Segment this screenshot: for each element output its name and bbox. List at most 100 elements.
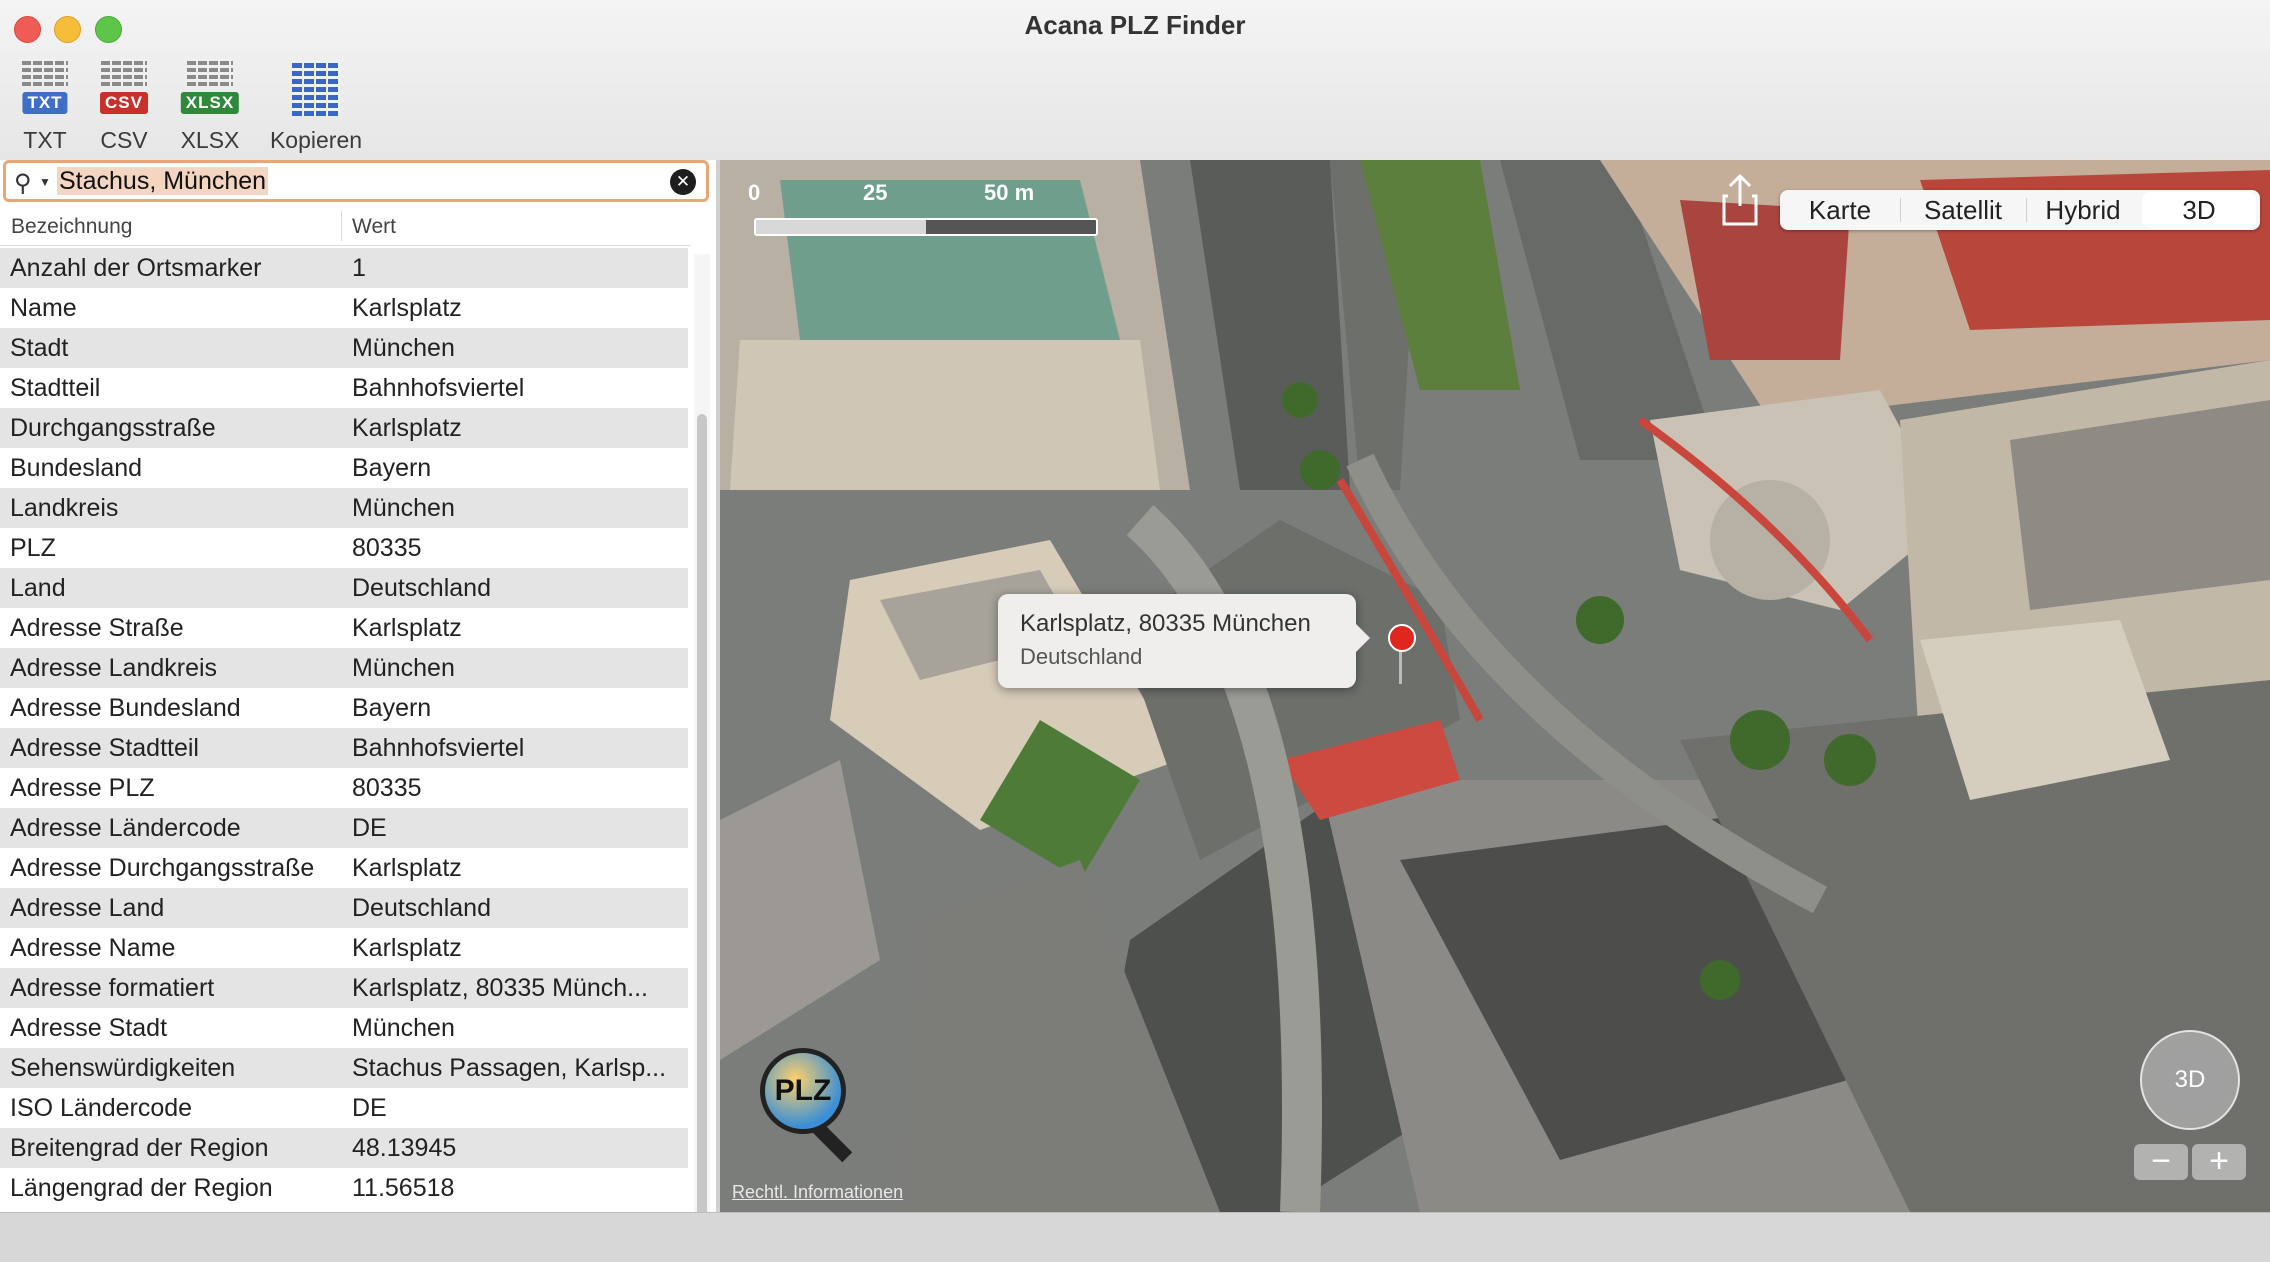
row-label: Adresse Bundesland (10, 694, 241, 722)
row-label: Sehenswürdigkeiten (10, 1054, 236, 1082)
table-row[interactable]: Adresse Stadtteil Bahnhofsviertel (0, 728, 688, 768)
search-icon[interactable]: ⚲ (14, 169, 32, 198)
table-row[interactable]: ISO Ländercode DE (0, 1088, 688, 1128)
row-label: Adresse Ländercode (10, 814, 241, 842)
row-label: Land (10, 574, 66, 602)
row-label: Adresse Land (10, 894, 165, 922)
results-table: Anzahl der Ortsmarker 1 Name Karlsplatz Stad… (0, 248, 688, 1208)
row-value: Stachus Passagen, Karlsp... (352, 1054, 667, 1082)
row-value: Karlsplatz (352, 414, 462, 442)
row-label: Stadt (10, 334, 69, 362)
map-mode-hybrid[interactable]: Hybrid (2026, 190, 2140, 230)
column-header-wert[interactable]: Wert (352, 215, 396, 239)
table-row[interactable]: Adresse Bundesland Bayern (0, 688, 688, 728)
row-value: 48.13945 (352, 1134, 457, 1162)
window-title: Acana PLZ Finder (1024, 10, 1246, 40)
row-value: Bahnhofsviertel (352, 374, 525, 402)
export-csv-button[interactable]: CSV CSV (93, 60, 155, 154)
location-callout[interactable]: Karlsplatz, 80335 München Deutschland (998, 594, 1370, 688)
table-row[interactable]: Stadtteil Bahnhofsviertel (0, 368, 688, 408)
row-value: München (352, 334, 455, 362)
row-value: DE (352, 1094, 387, 1122)
row-value: 80335 (352, 534, 422, 562)
export-txt-button[interactable]: TXT TXT (14, 60, 76, 154)
search-field[interactable]: ⚲ ▼ Stachus, München ✕ (3, 160, 709, 202)
zoom-out-button[interactable]: − (2134, 1144, 2188, 1180)
app-window: Acana PLZ Finder TXT TXT CSV CSV XLSX XL… (0, 0, 2270, 1262)
clear-search-button[interactable]: ✕ (670, 169, 696, 195)
copy-button[interactable]: Kopieren (266, 60, 366, 154)
scale-label-25: 25 (863, 180, 888, 205)
column-header-bezeichnung[interactable]: Bezeichnung (11, 215, 132, 239)
row-label: PLZ (10, 534, 56, 562)
legal-info-link[interactable]: Rechtl. Informationen (732, 1182, 903, 1203)
title-bar: Acana PLZ Finder TXT TXT CSV CSV XLSX XL… (0, 0, 2270, 161)
row-label: Bundesland (10, 454, 143, 482)
compass-control[interactable]: 3D (2140, 1030, 2240, 1130)
row-label: ISO Ländercode (10, 1094, 193, 1122)
share-icon[interactable] (1720, 172, 1760, 232)
row-value: Karlsplatz (352, 614, 462, 642)
table-row[interactable]: Bundesland Bayern (0, 448, 688, 488)
scale-bar (754, 218, 1098, 236)
scale-label-0: 0 (748, 180, 761, 205)
scrollbar-thumb[interactable] (697, 414, 707, 1254)
callout-address: Karlsplatz, 80335 München (1020, 610, 1311, 637)
chevron-down-icon[interactable]: ▼ (39, 175, 51, 189)
map-mode-karte[interactable]: Karte (1780, 190, 1900, 230)
search-input[interactable]: Stachus, München (57, 167, 269, 195)
map-mode-selector[interactable]: Karte Satellit Hybrid 3D (1780, 190, 2260, 230)
row-label: Durchgangsstraße (10, 414, 216, 442)
table-row[interactable]: Adresse Name Karlsplatz (0, 928, 688, 968)
row-label: Adresse Durchgangsstraße (10, 854, 315, 882)
results-panel: ⚲ ▼ Stachus, München ✕ Bezeichnung Wert … (0, 160, 716, 1254)
export-xlsx-button[interactable]: XLSX XLSX (176, 60, 244, 154)
table-row[interactable]: Adresse Durchgangsstraße Karlsplatz (0, 848, 688, 888)
compass-3d-label[interactable]: 3D (2158, 1048, 2222, 1112)
map-mode-satellit[interactable]: Satellit (1900, 190, 2026, 230)
table-row[interactable]: Stadt München (0, 328, 688, 368)
table-row[interactable]: Adresse Landkreis München (0, 648, 688, 688)
copy-label: Kopieren (269, 127, 363, 153)
xlsx-badge-icon: XLSX (180, 92, 240, 114)
table-row[interactable]: Adresse Ländercode DE (0, 808, 688, 848)
export-csv-label: CSV (100, 127, 148, 153)
table-row[interactable]: Adresse Land Deutschland (0, 888, 688, 928)
zoom-in-button[interactable]: + (2192, 1144, 2246, 1180)
row-value: Bayern (352, 454, 432, 482)
row-value: DE (352, 814, 387, 842)
table-row[interactable]: Landkreis München (0, 488, 688, 528)
table-row[interactable]: Sehenswürdigkeiten Stachus Passagen, Karl… (0, 1048, 688, 1088)
row-label: Adresse Stadtteil (10, 734, 199, 762)
table-row[interactable]: Adresse PLZ 80335 (0, 768, 688, 808)
table-icon (101, 60, 147, 86)
table-row[interactable]: Adresse formatiert Karlsplatz, 80335 Münc… (0, 968, 688, 1008)
row-label: Stadtteil (10, 374, 101, 402)
table-row[interactable]: Längengrad der Region 11.56518 (0, 1168, 688, 1208)
scale-labels: 0 25 50 m (748, 180, 1034, 206)
plz-logo: PLZ (760, 1048, 846, 1134)
column-divider[interactable] (341, 211, 342, 241)
status-bar (0, 1212, 2270, 1262)
table-icon (187, 60, 233, 86)
row-value: Bayern (352, 694, 432, 722)
scrollbar[interactable] (694, 254, 710, 1254)
row-value: Karlsplatz (352, 854, 462, 882)
table-row[interactable]: Name Karlsplatz (0, 288, 688, 328)
table-row[interactable]: Land Deutschland (0, 568, 688, 608)
table-row[interactable]: Durchgangsstraße Karlsplatz (0, 408, 688, 448)
table-row[interactable]: Adresse Stadt München (0, 1008, 688, 1048)
map-mode-3d[interactable]: 3D (2142, 192, 2256, 228)
export-xlsx-label: XLSX (180, 127, 240, 153)
row-value: München (352, 1014, 455, 1042)
table-row[interactable]: Adresse Straße Karlsplatz (0, 608, 688, 648)
location-pin-icon[interactable] (1388, 624, 1416, 652)
row-label: Adresse formatiert (10, 974, 215, 1002)
table-row[interactable]: PLZ 80335 (0, 528, 688, 568)
row-label: Name (10, 294, 77, 322)
table-row[interactable]: Breitengrad der Region 48.13945 (0, 1128, 688, 1168)
table-row[interactable]: Anzahl der Ortsmarker 1 (0, 248, 688, 288)
export-txt-label: TXT (23, 127, 67, 153)
map-view[interactable]: 0 25 50 m Karte Satellit Hybrid 3D Karls… (720, 160, 2270, 1212)
row-label: Adresse PLZ (10, 774, 155, 802)
